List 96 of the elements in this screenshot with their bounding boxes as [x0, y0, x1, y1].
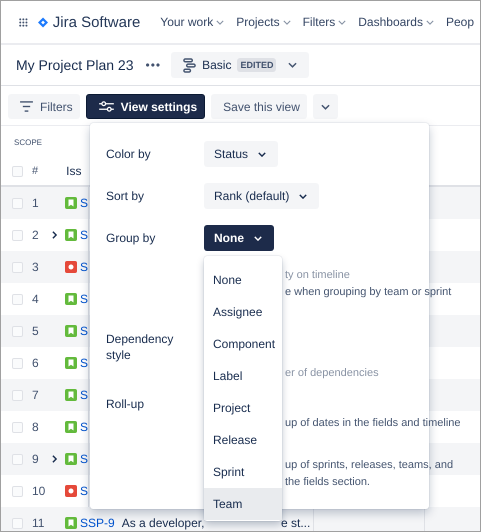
issue-summary: e st...	[281, 516, 312, 530]
setting-label: Color by	[105, 147, 152, 161]
select-dropdown[interactable]: Rank (default)	[204, 183, 320, 209]
issue-key-link[interactable]: S	[80, 452, 88, 466]
option-description: ty on timeline	[285, 268, 351, 283]
plan-title: My Project Plan 23	[16, 57, 134, 73]
more-options-button[interactable]	[312, 94, 338, 119]
issue-key-link[interactable]: S	[80, 260, 88, 274]
nav-menu-item[interactable]: Your work	[154, 15, 230, 29]
setting-label: Sort by	[105, 189, 146, 203]
select-all-checkbox[interactable]	[12, 166, 23, 176]
issue-key-link[interactable]: S	[80, 324, 88, 338]
issue-summary: As a developer,	[122, 516, 204, 530]
menu-option[interactable]: Sprint	[204, 456, 282, 488]
bookmark-icon	[65, 197, 77, 209]
bookmark-icon	[65, 229, 77, 241]
row-checkbox[interactable]	[12, 326, 23, 336]
row-checkbox[interactable]	[12, 486, 23, 496]
setting-label: Group by	[105, 231, 156, 245]
menu-option[interactable]: Assignee	[204, 296, 282, 328]
column-header: Iss	[66, 164, 82, 178]
menu-option[interactable]: Project	[204, 392, 282, 424]
bookmark-icon	[65, 389, 77, 401]
row-checkbox[interactable]	[12, 358, 23, 368]
timeline-bars-icon	[183, 58, 196, 72]
bug-icon	[65, 261, 77, 273]
menu-option[interactable]: Component	[204, 328, 282, 360]
save-view-button[interactable]: Save this view	[211, 94, 307, 119]
filters-button[interactable]: Filters	[8, 94, 80, 119]
bookmark-icon	[65, 293, 77, 305]
row-number: 10	[32, 484, 46, 498]
row-checkbox[interactable]	[12, 518, 23, 528]
nav-menu-item[interactable]: Peop	[440, 15, 480, 29]
row-checkbox[interactable]	[12, 230, 23, 240]
row-checkbox[interactable]	[12, 262, 23, 272]
row-number: 2	[32, 228, 40, 242]
row-number: 1	[32, 196, 40, 210]
row-checkbox[interactable]	[12, 422, 23, 432]
option-description: er of dependencies	[285, 366, 379, 381]
view-settings-button[interactable]: View settings	[86, 94, 206, 119]
diamond-logo-icon	[38, 14, 48, 30]
row-checkbox[interactable]	[12, 294, 23, 304]
row-number: 7	[32, 388, 40, 402]
sliders-icon	[98, 101, 114, 112]
setting-label: Roll-up	[106, 397, 144, 411]
issue-key-link[interactable]: S	[80, 196, 88, 210]
option-description: e when grouping by team or sprint	[285, 285, 452, 300]
bug-icon	[65, 485, 77, 497]
chevron-down-icon	[254, 236, 262, 240]
menu-option[interactable]: None	[204, 264, 282, 296]
bookmark-icon	[65, 325, 77, 337]
option-description: the fields section.	[285, 475, 371, 490]
select-dropdown[interactable]: None	[204, 225, 274, 251]
app-grid-icon[interactable]	[19, 16, 28, 28]
bookmark-icon	[65, 357, 77, 369]
menu-option[interactable]: Team	[204, 488, 282, 520]
chevron-down-icon	[288, 62, 298, 68]
row-number: 5	[32, 324, 40, 338]
chevron-down-icon	[299, 194, 308, 198]
product-name[interactable]: Jira Software	[52, 14, 140, 30]
chevron-down-icon	[320, 104, 330, 110]
chevron-down-icon	[258, 152, 266, 156]
expand-chevron-icon[interactable]	[52, 231, 57, 239]
issue-key-link[interactable]: SSP-9	[80, 516, 115, 530]
select-dropdown[interactable]: Status	[204, 141, 278, 167]
row-checkbox[interactable]	[12, 198, 23, 208]
issue-key-link[interactable]: S	[80, 388, 88, 402]
issue-key-link[interactable]: S	[80, 356, 88, 370]
nav-menu-item[interactable]: Filters	[296, 15, 352, 29]
view-picker-button[interactable]: Basic EDITED	[171, 52, 310, 78]
row-checkbox[interactable]	[12, 390, 23, 400]
more-actions-button[interactable]: •••	[140, 58, 168, 72]
issue-key-link[interactable]: S	[80, 292, 88, 306]
issue-key-link[interactable]: S	[80, 228, 88, 242]
issue-key-link[interactable]: S	[80, 420, 88, 434]
menu-option[interactable]: Label	[204, 360, 282, 392]
option-description: up of sprints, releases, teams, and	[285, 458, 454, 473]
row-number: 9	[32, 452, 40, 466]
row-number: 11	[32, 516, 46, 530]
row-number: 4	[32, 292, 40, 306]
bookmark-icon	[65, 453, 77, 465]
row-number: 3	[32, 260, 40, 274]
nav-menu-item[interactable]: Projects	[230, 15, 297, 29]
column-header: #	[32, 165, 38, 177]
expand-chevron-icon[interactable]	[52, 455, 57, 463]
row-number: 8	[32, 420, 40, 434]
issue-key-link[interactable]: S	[80, 484, 88, 498]
filter-icon	[20, 101, 33, 112]
setting-label: Dependency style	[106, 332, 174, 362]
scope-heading: SCOPE	[14, 138, 44, 147]
row-checkbox[interactable]	[12, 454, 23, 464]
bookmark-icon	[65, 421, 77, 433]
nav-menu-item[interactable]: Dashboards	[352, 15, 440, 29]
menu-option[interactable]: Release	[204, 424, 282, 456]
option-description: up of dates in the fields and timeline	[285, 416, 461, 431]
row-number: 6	[32, 356, 40, 370]
